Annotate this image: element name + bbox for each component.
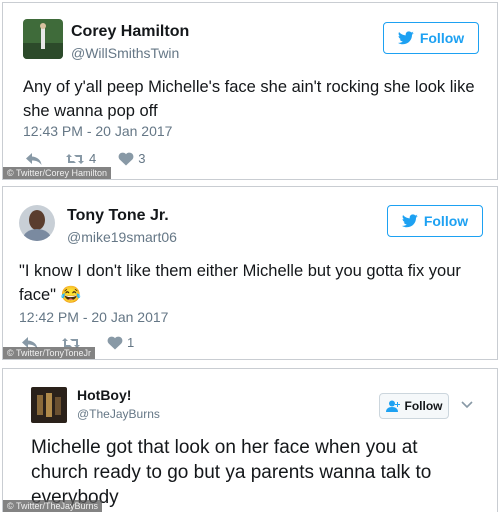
- photo-credit: © Twitter/TheJayBurns: [3, 500, 102, 512]
- tweet-card-2: Tony Tone Jr. @mike19smart06 Follow "I k…: [2, 186, 498, 360]
- heart-icon: [107, 336, 123, 349]
- like-button[interactable]: 1: [107, 335, 134, 350]
- username[interactable]: @TheJayBurns: [77, 407, 160, 421]
- tweet-body: "I know I don't like them either Michell…: [19, 262, 466, 304]
- tweet-card-1: Corey Hamilton @WillSmithsTwin Follow An…: [2, 2, 498, 180]
- tweet-text: "I know I don't like them either Michell…: [19, 259, 483, 307]
- username[interactable]: @WillSmithsTwin: [71, 45, 179, 61]
- timestamp[interactable]: 12:42 PM - 20 Jan 2017: [19, 309, 168, 325]
- bird-icon: [401, 214, 418, 228]
- avatar[interactable]: [19, 205, 55, 241]
- follow-label: Follow: [423, 213, 469, 229]
- heart-icon: [118, 152, 134, 165]
- username[interactable]: @mike19smart06: [67, 229, 177, 245]
- tweet-actions: 4 3: [25, 151, 167, 166]
- retweet-button[interactable]: 4: [65, 151, 96, 166]
- reply-icon: [26, 152, 42, 165]
- timestamp[interactable]: 12:43 PM - 20 Jan 2017: [23, 123, 172, 139]
- tweet-text: Michelle got that look on her face when …: [31, 437, 432, 508]
- follow-button[interactable]: Follow: [379, 393, 449, 419]
- display-name[interactable]: Corey Hamilton: [71, 23, 189, 41]
- reply-button[interactable]: [25, 152, 43, 166]
- like-count: 1: [127, 335, 135, 350]
- follow-button[interactable]: Follow: [387, 205, 483, 237]
- display-name[interactable]: HotBoy!: [77, 387, 131, 403]
- tweet-text: Any of y'all peep Michelle's face she ai…: [23, 78, 480, 120]
- avatar[interactable]: [23, 19, 63, 59]
- follow-button[interactable]: Follow: [383, 22, 479, 54]
- tweet-card-3: HotBoy! @TheJayBurns Follow Michelle got…: [2, 368, 498, 512]
- bird-icon: [397, 31, 414, 45]
- photo-credit: © Twitter/Corey Hamilton: [3, 167, 111, 179]
- follow-label: Follow: [404, 399, 443, 413]
- like-button[interactable]: 3: [118, 151, 145, 166]
- retweet-count: 4: [89, 151, 97, 166]
- photo-credit: © Twitter/TonyToneJr: [3, 347, 95, 359]
- like-count: 3: [138, 151, 146, 166]
- retweet-icon: [66, 153, 84, 164]
- follow-label: Follow: [419, 30, 465, 46]
- laughing-emoji: 😂: [60, 286, 82, 304]
- add-user-icon: [385, 400, 400, 412]
- avatar[interactable]: [31, 387, 67, 423]
- display-name[interactable]: Tony Tone Jr.: [67, 207, 169, 225]
- chevron-down-icon[interactable]: [461, 398, 473, 412]
